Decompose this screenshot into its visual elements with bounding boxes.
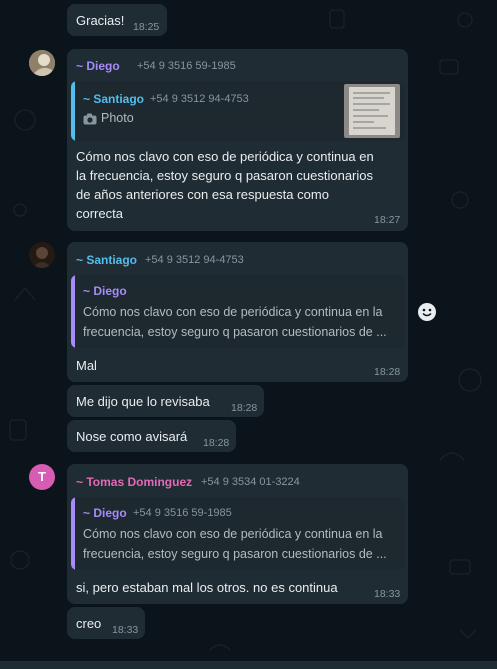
message-bubble-creo[interactable]: creo 18:33	[67, 607, 145, 639]
message-text: si, pero estaban mal los otros. no es co…	[76, 580, 338, 595]
sender-name[interactable]: ~ Tomas Dominguez	[76, 475, 192, 489]
quoted-message[interactable]: ~ Santiago +54 9 3512 94-4753 Photo	[71, 81, 405, 141]
sender-phone: +54 9 3534 01-3224	[201, 476, 300, 488]
avatar-santiago[interactable]	[29, 242, 55, 268]
message-text: Nose como avisará	[76, 429, 188, 444]
avatar-diego[interactable]	[29, 50, 55, 76]
message-bubble-avisara[interactable]: Nose como avisará 18:28	[67, 420, 236, 452]
quoted-phone: +54 9 3512 94-4753	[150, 93, 249, 105]
quoted-message[interactable]: ~ Diego Cómo nos clavo con eso de periód…	[71, 275, 405, 348]
avatar-tomas[interactable]: T	[29, 464, 55, 490]
avatar-photo-icon	[29, 242, 55, 268]
sender-phone: +54 9 3512 94-4753	[145, 254, 244, 266]
message-bubble-gracias[interactable]: Gracias! 18:25	[67, 4, 167, 36]
message-text: Me dijo que lo revisaba	[76, 394, 210, 409]
message-time: 18:28	[231, 402, 258, 414]
sender-phone: +54 9 3516 59-1985	[137, 60, 236, 72]
message-bubble-santiago[interactable]: ~ Santiago +54 9 3512 94-4753 ~ Diego Có…	[67, 242, 408, 382]
message-text-line: la frecuencia, estoy seguro q pasaron cu…	[76, 168, 374, 183]
message-bubble-tomas[interactable]: ~ Tomas Dominguez +54 9 3534 01-3224 ~ D…	[67, 464, 408, 604]
quoted-phone: +54 9 3516 59-1985	[133, 507, 232, 519]
message-time: 18:28	[203, 437, 230, 449]
quoted-photo-thumbnail[interactable]	[344, 84, 400, 138]
quoted-text-line: Cómo nos clavo con eso de periódica y co…	[83, 527, 383, 541]
quote-accent-bar	[71, 81, 75, 141]
camera-icon	[83, 112, 97, 130]
quoted-text-line: Cómo nos clavo con eso de periódica y co…	[83, 305, 383, 319]
message-time: 18:33	[112, 624, 139, 636]
sender-name[interactable]: ~ Diego	[76, 59, 120, 73]
message-time: 18:33	[374, 588, 401, 600]
quoted-media-label: Photo	[101, 111, 134, 125]
message-bubble-revisaba[interactable]: Me dijo que lo revisaba 18:28	[67, 385, 264, 417]
message-text: creo	[76, 616, 102, 631]
message-time: 18:25	[133, 21, 160, 33]
quoted-message[interactable]: ~ Diego +54 9 3516 59-1985 Cómo nos clav…	[71, 497, 405, 570]
quote-accent-bar	[71, 275, 75, 348]
smiley-icon	[418, 303, 436, 321]
sender-name[interactable]: ~ Santiago	[76, 253, 137, 267]
quoted-sender: ~ Diego	[83, 284, 127, 298]
quoted-sender: ~ Santiago	[83, 92, 145, 106]
avatar-photo-icon	[29, 50, 55, 76]
quoted-text-line: frecuencia, estoy seguro q pasaron cuest…	[83, 547, 387, 561]
message-text: Mal	[76, 358, 97, 373]
avatar-initial: T	[38, 469, 46, 484]
message-text-line: correcta	[76, 206, 123, 221]
message-time: 18:27	[374, 214, 401, 226]
composer-edge	[0, 661, 497, 669]
quoted-sender: ~ Diego	[83, 506, 127, 520]
message-time: 18:28	[374, 366, 401, 378]
message-text-line: Cómo nos clavo con eso de periódica y co…	[76, 149, 374, 164]
message-text: Gracias!	[76, 13, 125, 28]
quote-accent-bar	[71, 497, 75, 570]
message-bubble-diego[interactable]: ~ Diego +54 9 3516 59-1985 ~ Santiago +5…	[67, 49, 408, 231]
react-emoji-button[interactable]	[417, 302, 437, 322]
message-text-line: de años anteriores con esa respuesta com…	[76, 187, 329, 202]
quoted-text-line: frecuencia, estoy seguro q pasaron cuest…	[83, 325, 387, 339]
